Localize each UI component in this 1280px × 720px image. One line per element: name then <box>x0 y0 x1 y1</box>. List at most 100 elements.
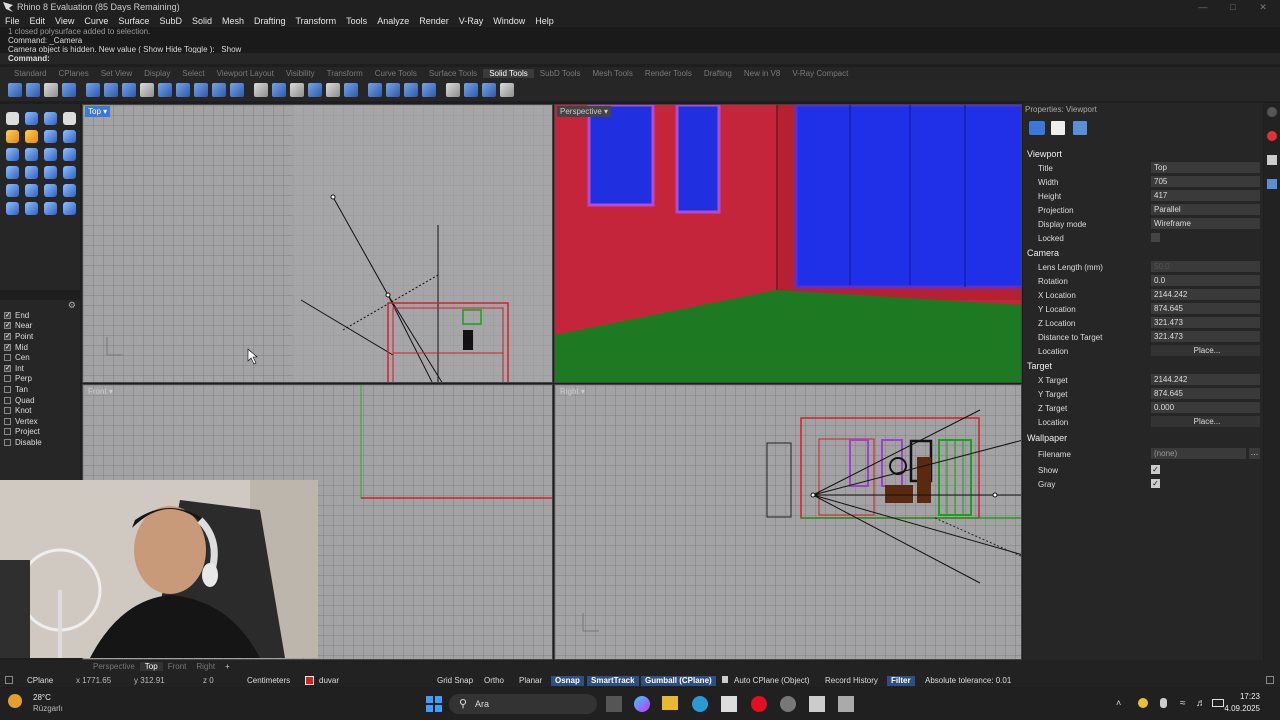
clock-time[interactable]: 17:23 <box>1220 692 1260 701</box>
checkbox-icon[interactable] <box>4 438 11 446</box>
tab-curve-tools[interactable]: Curve Tools <box>369 69 423 78</box>
camera-icon[interactable] <box>1029 121 1045 135</box>
text-icon[interactable] <box>25 202 38 215</box>
wifi-icon[interactable]: ≈ <box>1180 698 1186 709</box>
x-location-field[interactable]: 2144.242 <box>1151 289 1260 300</box>
tab-select[interactable]: Select <box>176 69 210 78</box>
volume-icon[interactable]: ♬ <box>1196 698 1206 709</box>
weather-icon[interactable] <box>8 694 22 708</box>
menu-help[interactable]: Help <box>530 16 559 26</box>
rectangle-icon[interactable] <box>63 130 76 143</box>
z-location-field[interactable]: 321.473 <box>1151 317 1260 328</box>
boolean-difference-icon[interactable] <box>26 83 40 97</box>
gear-icon[interactable] <box>500 83 514 97</box>
boolean-split-icon[interactable] <box>62 83 76 97</box>
viewport-top[interactable]: Top ▾ <box>82 104 553 383</box>
osnap-point[interactable]: ✓ Point <box>0 331 80 342</box>
fillet-edge-icon[interactable] <box>176 83 190 97</box>
menu-surface[interactable]: Surface <box>113 16 154 26</box>
checkbox-icon[interactable] <box>4 396 11 404</box>
rotate-hole-icon[interactable] <box>446 83 460 97</box>
y-location-field[interactable]: 874.645 <box>1151 303 1260 314</box>
panel-toggle-icon[interactable] <box>1266 676 1274 684</box>
microphone-icon[interactable] <box>1160 698 1167 708</box>
point-icon[interactable] <box>25 112 38 125</box>
tray-icon[interactable] <box>1138 698 1148 708</box>
line-icon[interactable] <box>44 112 57 125</box>
extrude-icon[interactable] <box>104 83 118 97</box>
make-hole-icon[interactable] <box>386 83 400 97</box>
osnap-toggle[interactable]: Osnap <box>551 676 584 686</box>
show-checkbox[interactable]: ✓ <box>1151 465 1160 474</box>
transform-icon[interactable] <box>63 202 76 215</box>
menu-tools[interactable]: Tools <box>341 16 372 26</box>
array-hole-icon[interactable] <box>422 83 436 97</box>
tab-viewport-layout[interactable]: Viewport Layout <box>211 69 280 78</box>
gray-checkbox[interactable]: ✓ <box>1151 479 1160 488</box>
chamfer-edge-icon[interactable] <box>194 83 208 97</box>
cap-planar-icon[interactable] <box>464 83 478 97</box>
locked-checkbox[interactable] <box>1151 233 1160 242</box>
menu-view[interactable]: View <box>50 16 79 26</box>
curve-icon[interactable] <box>6 130 19 143</box>
osnap-vertex[interactable]: Vertex <box>0 416 80 427</box>
menu-solid[interactable]: Solid <box>187 16 217 26</box>
units-label[interactable]: Centimeters <box>247 676 290 685</box>
boolean-union-icon[interactable] <box>8 83 22 97</box>
osnap-int[interactable]: ✓ Int <box>0 363 80 374</box>
tab-render-tools[interactable]: Render Tools <box>639 69 698 78</box>
revolve-icon[interactable] <box>63 148 76 161</box>
viewport-perspective[interactable]: Perspective ▾ <box>554 104 1022 383</box>
close-icon[interactable]: ✕ <box>1252 0 1274 14</box>
sphere-icon[interactable] <box>122 83 136 97</box>
extract-surface-icon[interactable] <box>290 83 304 97</box>
app-icon[interactable] <box>780 696 796 712</box>
shell-icon[interactable] <box>212 83 226 97</box>
loft-icon[interactable] <box>44 148 57 161</box>
z-target-field[interactable]: 0.000 <box>1151 402 1260 413</box>
menu-subd[interactable]: SubD <box>154 16 187 26</box>
tab-mesh-tools[interactable]: Mesh Tools <box>587 69 639 78</box>
checkbox-icon[interactable]: ✓ <box>4 364 11 372</box>
chevron-up-icon[interactable]: ˄ <box>1116 698 1121 708</box>
merge-faces-icon[interactable] <box>308 83 322 97</box>
osnap-cen[interactable]: Cen <box>0 352 80 363</box>
clock-date[interactable]: 4.09.2025 <box>1220 704 1260 713</box>
arc-icon[interactable] <box>25 130 38 143</box>
menu-drafting[interactable]: Drafting <box>249 16 291 26</box>
osnap-mid[interactable]: ✓ Mid <box>0 342 80 353</box>
menu-vray[interactable]: V-Ray <box>454 16 489 26</box>
rhino-app-icon[interactable] <box>838 696 854 712</box>
vp-tab-right[interactable]: Right <box>191 662 220 671</box>
viewport-label-right[interactable]: Right ▾ <box>557 386 588 397</box>
explode-icon[interactable] <box>326 83 340 97</box>
planar-toggle[interactable]: Planar <box>519 676 542 685</box>
display-icon[interactable] <box>1267 179 1277 189</box>
cone-solid-icon[interactable] <box>6 166 19 179</box>
camera-place-button[interactable]: Place... <box>1151 345 1260 356</box>
extrude-surface-icon[interactable] <box>25 148 38 161</box>
move-hole-icon[interactable] <box>404 83 418 97</box>
gear-icon[interactable] <box>1267 107 1277 117</box>
y-target-field[interactable]: 874.645 <box>1151 388 1260 399</box>
dimension-icon[interactable] <box>44 202 57 215</box>
cone-icon[interactable] <box>158 83 172 97</box>
join-icon[interactable] <box>344 83 358 97</box>
current-layer[interactable]: duvar <box>319 676 339 685</box>
filter-toggle[interactable]: Filter <box>887 676 915 686</box>
menu-curve[interactable]: Curve <box>79 16 113 26</box>
osnap-tan[interactable]: Tan <box>0 384 80 395</box>
cap-icon[interactable] <box>230 83 244 97</box>
tab-subd-tools[interactable]: SubD Tools <box>534 69 587 78</box>
sphere-solid-icon[interactable] <box>25 184 38 197</box>
add-viewport-icon[interactable]: + <box>220 662 235 671</box>
display-mode-select[interactable]: Wireframe <box>1151 218 1260 229</box>
vp-tab-perspective[interactable]: Perspective <box>88 662 140 671</box>
auto-cplane-toggle[interactable]: Auto CPlane (Object) <box>734 676 810 685</box>
tab-solid-tools[interactable]: Solid Tools <box>483 68 534 78</box>
viewport-label-perspective[interactable]: Perspective ▾ <box>557 106 612 117</box>
maximize-icon[interactable]: □ <box>1222 0 1244 14</box>
filename-field[interactable]: (none) <box>1151 448 1246 459</box>
network-surface-icon[interactable] <box>44 166 57 179</box>
title-field[interactable]: Top <box>1151 162 1260 173</box>
